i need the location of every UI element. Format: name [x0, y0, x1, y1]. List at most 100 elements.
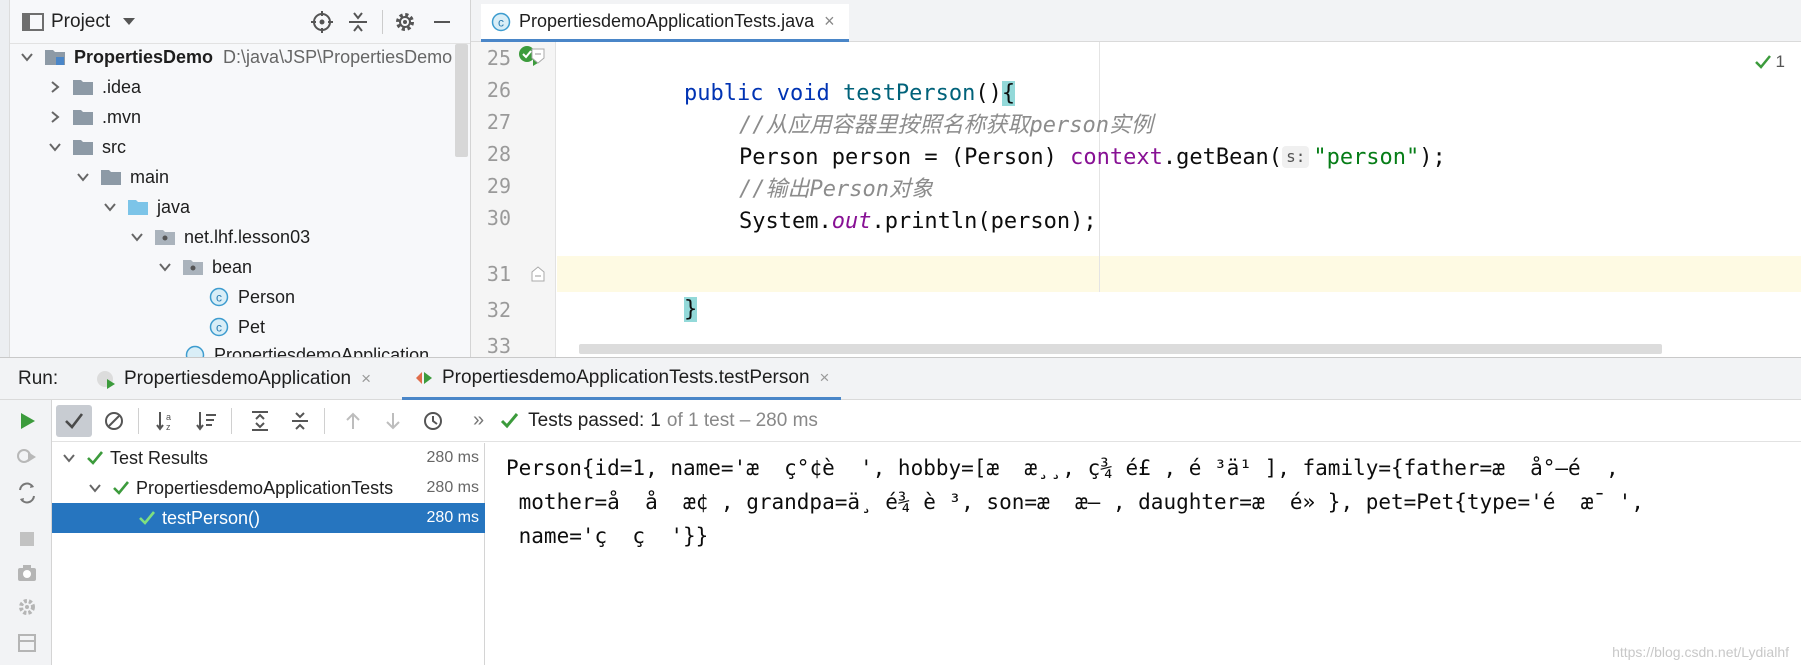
project-scrollbar[interactable]: [455, 44, 468, 157]
close-icon[interactable]: ×: [820, 368, 830, 388]
console-line: mother=å å æ¢ , grandpa=ä¸ é¾ è ³, son=æ…: [506, 490, 1644, 514]
test-status: Tests passed: 1 of 1 test – 280 ms: [490, 410, 818, 432]
tree-item-mvn[interactable]: .mvn: [10, 102, 141, 132]
tree-item-pet[interactable]: c Pet: [10, 312, 265, 342]
tree-item-idea[interactable]: .idea: [10, 72, 141, 102]
tree-item-bean[interactable]: bean: [10, 252, 252, 282]
run-tab-tests[interactable]: PropertiesdemoApplicationTests.testPerso…: [402, 358, 842, 400]
tree-item-label: PropertiesdemoApplication: [214, 344, 430, 358]
fold-marker-icon[interactable]: [531, 266, 545, 282]
show-ignored-toggle[interactable]: [96, 405, 132, 437]
tree-item-src[interactable]: src: [10, 132, 126, 162]
project-tool-strip[interactable]: [0, 0, 10, 357]
gear-icon[interactable]: [393, 10, 417, 34]
stop-icon[interactable]: [16, 528, 38, 550]
collapse-all-button[interactable]: [282, 405, 318, 437]
chevron-down-icon[interactable]: [76, 170, 90, 184]
code-line-28: //输出Person对象: [686, 136, 933, 202]
inspection-widget[interactable]: 1: [1754, 52, 1785, 72]
previous-test-button[interactable]: [335, 405, 371, 437]
tree-item-person[interactable]: c Person: [10, 282, 295, 312]
layout-icon[interactable]: [16, 632, 38, 654]
code-editor[interactable]: c PropertiesdemoApplicationTests.java × …: [471, 0, 1801, 357]
package-icon: [183, 260, 203, 275]
minimize-icon[interactable]: [430, 10, 454, 34]
string-literal: "person": [1313, 145, 1420, 170]
chevron-down-icon[interactable]: [20, 50, 34, 64]
tree-item-label: .idea: [102, 76, 142, 97]
chevron-down-icon[interactable]: [130, 230, 144, 244]
svg-text:c: c: [216, 291, 222, 305]
class-icon: c: [209, 317, 229, 337]
tree-item-label: Pet: [238, 316, 266, 337]
test-history-button[interactable]: [415, 405, 451, 437]
next-test-button[interactable]: [375, 405, 411, 437]
test-results-root[interactable]: Test Results 280 ms: [52, 443, 485, 473]
svg-text:a: a: [166, 412, 171, 422]
settings-icon[interactable]: [16, 596, 38, 618]
test-toolbar: az » Tests passed: 1 of 1 test – 280 ms: [52, 400, 1801, 442]
collapse-all-icon[interactable]: [346, 10, 370, 34]
toggle-auto-test-icon[interactable]: [16, 482, 38, 504]
sort-alphabetically-button[interactable]: az: [149, 405, 185, 437]
clock-icon: [424, 411, 442, 430]
folder-icon: [73, 80, 93, 95]
test-class-row[interactable]: PropertiesdemoApplicationTests 280 ms: [52, 473, 485, 503]
toolbar-separator: [138, 407, 139, 434]
console-line: name='ç ç '}}: [506, 524, 709, 548]
camera-icon[interactable]: [16, 562, 38, 584]
run-label: Run:: [18, 368, 59, 389]
project-root-name: PropertiesDemo: [74, 46, 214, 67]
spring-boot-icon: [97, 371, 115, 389]
test-method-row[interactable]: testPerson() 280 ms: [52, 503, 485, 533]
code-token: );: [1419, 145, 1446, 170]
more-chevron[interactable]: »: [473, 409, 484, 432]
check-icon: [113, 481, 130, 495]
editor-tab-tests[interactable]: c PropertiesdemoApplicationTests.java ×: [481, 4, 849, 42]
module-folder-icon: [45, 50, 65, 65]
chevron-down-icon[interactable]: [103, 200, 117, 214]
expand-all-button[interactable]: [242, 405, 278, 437]
sort-by-duration-button[interactable]: [189, 405, 225, 437]
chevron-down-icon[interactable]: [158, 260, 172, 274]
tree-item-application[interactable]: PropertiesdemoApplication: [10, 340, 429, 357]
rerun-failed-icon[interactable]: [16, 446, 38, 468]
line-number: 26: [486, 78, 511, 102]
folder-icon: [73, 110, 93, 125]
editor-tab-bar: c PropertiesdemoApplicationTests.java ×: [471, 0, 1801, 42]
chevron-down-icon[interactable]: [62, 451, 76, 465]
chevron-right-icon[interactable]: [48, 110, 62, 124]
chevron-right-icon[interactable]: [48, 80, 62, 94]
tree-item-label: bean: [212, 256, 253, 277]
console-output[interactable]: Person{id=1, name='æ ç°¢è ', hobby=[æ æ¸…: [486, 443, 1801, 665]
tree-item-package[interactable]: net.lhf.lesson03: [10, 222, 310, 252]
folder-icon: [73, 140, 93, 155]
tree-item-label: main: [130, 166, 170, 187]
project-title[interactable]: Project: [51, 11, 110, 33]
close-icon[interactable]: ×: [824, 11, 835, 32]
editor-tab-label: PropertiesdemoApplicationTests.java: [519, 11, 815, 31]
tree-item-root[interactable]: PropertiesDemo D:\java\JSP\PropertiesDem…: [10, 42, 452, 72]
expand-all-icon: [252, 410, 268, 431]
line-number: 31: [486, 262, 511, 286]
inspection-count: 1: [1775, 52, 1785, 71]
test-run-icon: [416, 371, 432, 384]
locate-icon[interactable]: [310, 10, 334, 34]
tree-item-java[interactable]: java: [10, 192, 190, 222]
code-line-25: public void testPerson(){: [631, 40, 1016, 106]
tree-item-main[interactable]: main: [10, 162, 169, 192]
check-icon: [139, 511, 156, 525]
show-passed-toggle[interactable]: [56, 404, 92, 437]
close-icon[interactable]: ×: [361, 369, 371, 389]
fold-marker-icon[interactable]: [531, 48, 545, 64]
run-tab-application[interactable]: PropertiesdemoApplication ×: [84, 358, 381, 400]
line-number: 29: [486, 174, 511, 198]
rerun-icon[interactable]: [16, 410, 38, 432]
current-line-highlight: [557, 256, 1801, 292]
chevron-down-icon[interactable]: [48, 140, 62, 154]
chevron-down-icon[interactable]: [122, 17, 136, 27]
tree-item-label: net.lhf.lesson03: [184, 226, 311, 247]
chevron-down-icon[interactable]: [88, 481, 102, 495]
editor-horizontal-scrollbar[interactable]: [579, 344, 1662, 354]
test-name: PropertiesdemoApplicationTests: [136, 477, 394, 498]
